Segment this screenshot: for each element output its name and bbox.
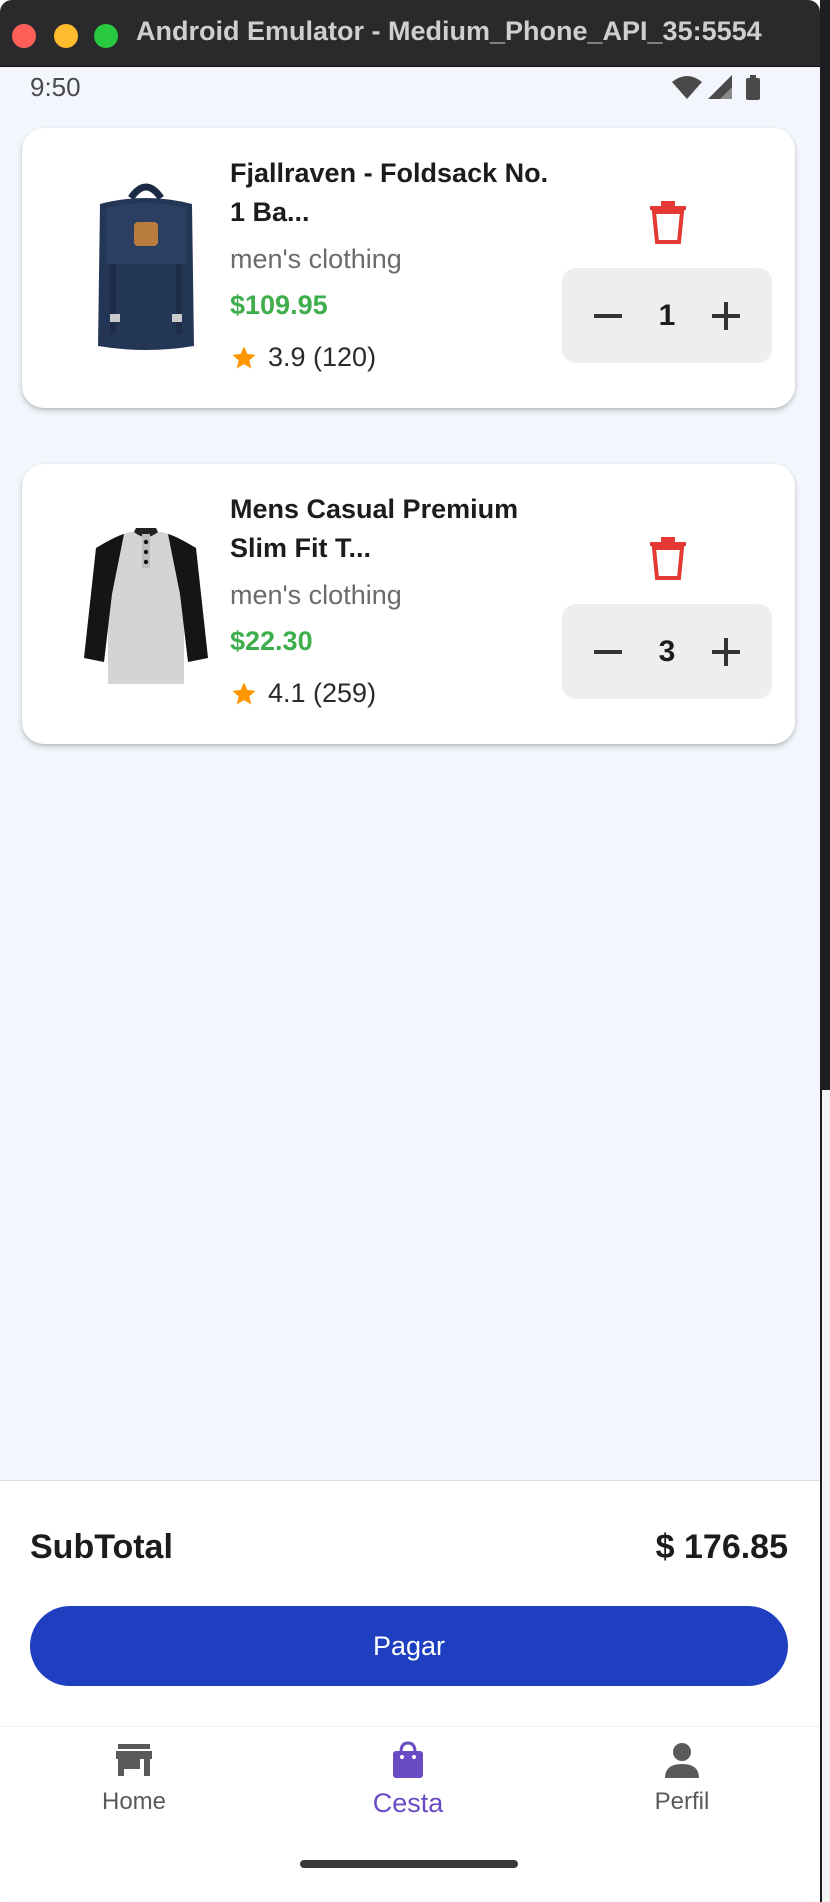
cart-item-title-line2: 1 Ba... [230, 197, 310, 227]
window-title: Android Emulator - Medium_Phone_API_35:5… [136, 16, 762, 46]
status-time: 9:50 [30, 72, 81, 102]
subtotal-value: $ 176.85 [655, 1528, 788, 1566]
nav-label-cesta: Cesta [372, 1788, 444, 1818]
plus-icon [712, 301, 740, 330]
rating-text: 4.1 (259) [268, 678, 377, 708]
quantity-stepper: 3 [562, 604, 772, 699]
cart-item-category: men's clothing [230, 580, 402, 610]
minus-icon [594, 649, 622, 654]
cart-item-price: $109.95 [230, 290, 328, 320]
nav-divider [0, 1726, 820, 1727]
nav-item-cesta[interactable]: Cesta [318, 1740, 498, 1840]
store-icon [116, 1744, 152, 1776]
backpack-image [98, 183, 194, 350]
gesture-home-indicator[interactable] [300, 1860, 518, 1868]
nav-label-perfil: Perfil [654, 1788, 710, 1815]
window-titlebar: Android Emulator - Medium_Phone_API_35:5… [0, 0, 820, 67]
cart-item-title-line2: Slim Fit T... [230, 533, 372, 563]
background-window-panel [822, 1090, 830, 1902]
cart-item-card: Fjallraven - Foldsack No. 1 Ba... men's … [22, 128, 795, 408]
pay-button[interactable]: Pagar [30, 1606, 788, 1686]
battery-icon [746, 75, 760, 100]
subtotal-label: SubTotal [30, 1528, 173, 1566]
emulator-window: Android Emulator - Medium_Phone_API_35:5… [0, 0, 820, 1902]
quantity-value: 3 [658, 635, 676, 668]
delete-icon[interactable] [648, 536, 688, 580]
plus-icon [712, 637, 740, 666]
cart-item-card: Mens Casual Premium Slim Fit T... men's … [22, 464, 795, 744]
delete-icon[interactable] [648, 200, 688, 244]
close-window-button[interactable] [12, 24, 36, 48]
increase-quantity-button[interactable] [696, 268, 756, 363]
nav-label-home: Home [101, 1788, 167, 1815]
cart-item-title: Fjallraven - Foldsack No. 1 Ba... [230, 154, 570, 232]
quantity-value: 1 [658, 299, 676, 332]
person-icon [665, 1743, 699, 1778]
star-icon [232, 345, 256, 368]
nav-item-perfil[interactable]: Perfil [592, 1740, 772, 1840]
minus-icon [594, 313, 622, 318]
cart-item-title: Mens Casual Premium Slim Fit T... [230, 490, 570, 568]
cart-item-rating: 3.9 (120) [230, 342, 376, 373]
star-icon [232, 681, 256, 704]
cart-item-title-line1: Mens Casual Premium [230, 494, 519, 524]
minimize-window-button[interactable] [54, 24, 78, 48]
maximize-window-button[interactable] [94, 24, 118, 48]
signal-icon [708, 75, 732, 99]
cart-item-title-line1: Fjallraven - Foldsack No. [230, 158, 549, 188]
tshirt-image [84, 528, 208, 684]
quantity-stepper: 1 [562, 268, 772, 363]
rating-text: 3.9 (120) [268, 342, 377, 372]
decrease-quantity-button[interactable] [578, 604, 638, 699]
status-icons [672, 75, 760, 100]
cart-item-category: men's clothing [230, 244, 402, 274]
shopping-bag-icon [393, 1741, 423, 1778]
decrease-quantity-button[interactable] [578, 268, 638, 363]
cart-item-price: $22.30 [230, 626, 313, 656]
nav-item-home[interactable]: Home [44, 1740, 224, 1840]
cart-item-rating: 4.1 (259) [230, 678, 376, 709]
wifi-icon [672, 76, 702, 99]
increase-quantity-button[interactable] [696, 604, 756, 699]
